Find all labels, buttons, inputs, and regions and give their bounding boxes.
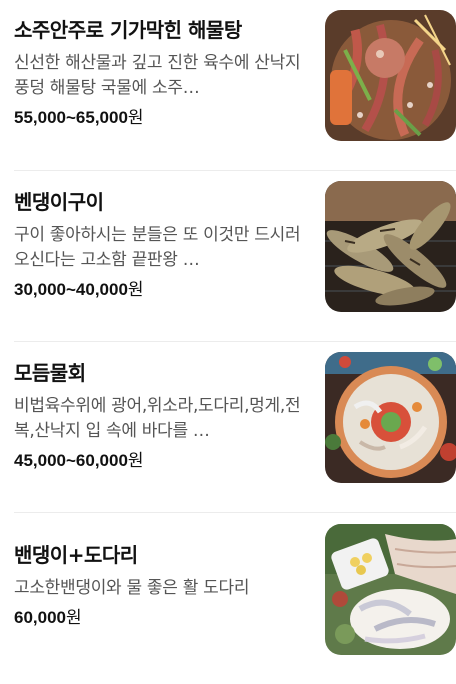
price-unit: 원 [66,608,82,628]
menu-item-price: 30,000~40,000원 [14,279,304,301]
menu-list: 소주안주로 기가막힌 해물탕 신선한 해산물과 깊고 진한 육수에 산낙지 풍덩… [0,0,456,673]
menu-item-text: 모듬물회 비법육수위에 광어,위소라,도다리,멍게,전복,산낙지 입 속에 바다… [14,359,304,472]
seafood-stew-photo[interactable] [325,10,456,141]
menu-item-name: 모듬물회 [14,361,86,385]
price-unit: 원 [127,451,144,471]
menu-item-description: 비법육수위에 광어,위소라,도다리,멍게,전복,산낙지 입 속에 바다를 … [14,396,301,441]
menu-item-price: 55,000~65,000원 [14,107,304,129]
price-range: 45,000~60,000 [14,451,128,470]
menu-item-seafood-stew[interactable]: 소주안주로 기가막힌 해물탕 신선한 해산물과 깊고 진한 육수에 산낙지 풍덩… [0,0,456,171]
menu-item-description: 신선한 해산물과 깊고 진한 육수에 산낙지 풍덩 해물탕 국물에 소주… [14,53,301,98]
menu-item-price: 60,000원 [14,607,304,629]
menu-item-description: 고소한밴댕이와 물 좋은 활 도다리 [14,578,250,598]
sashimi-platter-photo[interactable] [325,524,456,655]
cold-raw-fish-soup-photo[interactable] [325,352,456,483]
price-range: 55,000~65,000 [14,108,128,127]
menu-item-text: 밴댕이+도다리 고소한밴댕이와 물 좋은 활 도다리 60,000원 [14,541,304,629]
menu-item-name: 밴댕이+도다리 [14,543,138,567]
menu-item-text: 벤댕이구이 구이 좋아하시는 분들은 또 이것만 드시러 오신다는 고소함 끝판… [14,188,304,301]
price-unit: 원 [127,108,144,128]
price-unit: 원 [127,280,144,300]
price-range: 60,000 [14,608,66,627]
menu-item-bandaengi-dodari[interactable]: 밴댕이+도다리 고소한밴댕이와 물 좋은 활 도다리 60,000원 [0,513,456,684]
menu-item-grilled-fish[interactable]: 벤댕이구이 구이 좋아하시는 분들은 또 이것만 드시러 오신다는 고소함 끝판… [0,171,456,342]
seafood-stew-image [325,10,456,141]
price-range: 30,000~40,000 [14,280,128,299]
menu-item-name: 벤댕이구이 [14,190,104,214]
grilled-fish-photo[interactable] [325,181,456,312]
sashimi-platter-image [325,524,456,655]
cold-raw-fish-soup-image [325,352,456,483]
menu-item-price: 45,000~60,000원 [14,450,304,472]
grilled-fish-image [325,181,456,312]
menu-item-text: 소주안주로 기가막힌 해물탕 신선한 해산물과 깊고 진한 육수에 산낙지 풍덩… [14,16,304,129]
menu-item-name: 소주안주로 기가막힌 해물탕 [14,18,242,42]
menu-item-mixed-mulhoe[interactable]: 모듬물회 비법육수위에 광어,위소라,도다리,멍게,전복,산낙지 입 속에 바다… [0,342,456,513]
menu-item-description: 구이 좋아하시는 분들은 또 이것만 드시러 오신다는 고소함 끝판왕 … [14,225,301,270]
